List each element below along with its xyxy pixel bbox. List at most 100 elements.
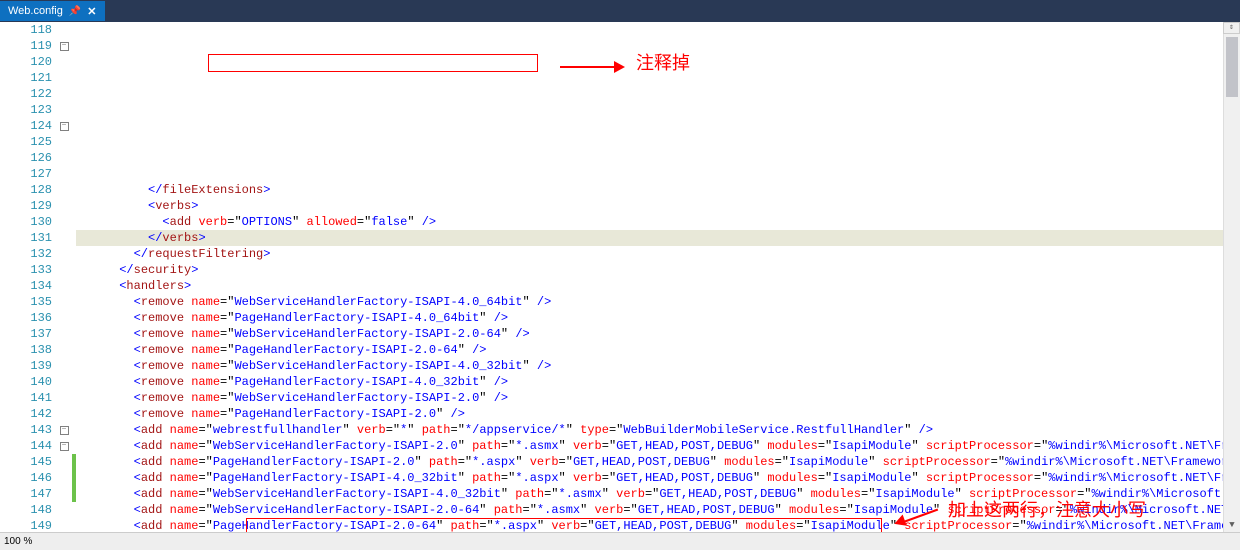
code-line[interactable]: <remove name="PageHandlerFactory-ISAPI-4… — [76, 374, 1240, 390]
line-number: 149 — [0, 518, 52, 534]
line-number: 120 — [0, 54, 52, 70]
code-line[interactable]: </fileExtensions> — [76, 182, 1240, 198]
line-number: 143 — [0, 422, 52, 438]
fold-cell[interactable]: − — [56, 38, 72, 54]
vertical-scrollbar[interactable]: ▲ ▼ — [1223, 22, 1240, 532]
line-number: 148 — [0, 502, 52, 518]
fold-cell — [56, 262, 72, 278]
code-line[interactable]: <remove name="WebServiceHandlerFactory-I… — [76, 326, 1240, 342]
line-number: 142 — [0, 406, 52, 422]
code-line[interactable]: <remove name="WebServiceHandlerFactory-I… — [76, 294, 1240, 310]
fold-cell[interactable]: − — [56, 438, 72, 454]
tab-bar: Web.config 📌 ✕ — [0, 0, 1240, 22]
fold-column: − − − − — [56, 22, 72, 532]
fold-cell[interactable]: − — [56, 422, 72, 438]
annotation-box-1 — [208, 54, 538, 72]
line-number: 136 — [0, 310, 52, 326]
scroll-down-icon[interactable]: ▼ — [1224, 518, 1240, 532]
line-number: 139 — [0, 358, 52, 374]
status-bar: 100 % — [0, 532, 1240, 550]
fold-cell — [56, 54, 72, 70]
code-line[interactable]: <remove name="WebServiceHandlerFactory-I… — [76, 390, 1240, 406]
line-number: 128 — [0, 182, 52, 198]
fold-cell — [56, 342, 72, 358]
fold-cell — [56, 166, 72, 182]
code-line[interactable]: <verbs> — [76, 198, 1240, 214]
fold-toggle-icon[interactable]: − — [60, 122, 69, 131]
fold-cell — [56, 310, 72, 326]
code-line[interactable]: <remove name="PageHandlerFactory-ISAPI-2… — [76, 342, 1240, 358]
fold-cell — [56, 486, 72, 502]
fold-cell — [56, 454, 72, 470]
fold-cell[interactable]: − — [56, 118, 72, 134]
code-line[interactable]: <remove name="PageHandlerFactory-ISAPI-4… — [76, 310, 1240, 326]
line-number: 133 — [0, 262, 52, 278]
line-number: 140 — [0, 374, 52, 390]
line-number: 134 — [0, 278, 52, 294]
fold-cell — [56, 518, 72, 534]
line-number: 129 — [0, 198, 52, 214]
code-line[interactable]: </requestFiltering> — [76, 246, 1240, 262]
code-line[interactable]: <add name="WebServiceHandlerFactory-ISAP… — [76, 438, 1240, 454]
code-line[interactable]: <add name="webrestfullhandler" verb="*" … — [76, 422, 1240, 438]
line-number: 122 — [0, 86, 52, 102]
code-line[interactable]: <add verb="OPTIONS" allowed="false" /> — [76, 214, 1240, 230]
code-line[interactable]: <remove name="PageHandlerFactory-ISAPI-2… — [76, 406, 1240, 422]
tab-title: Web.config — [8, 5, 63, 17]
line-number: 131 — [0, 230, 52, 246]
line-number: 125 — [0, 134, 52, 150]
line-number: 130 — [0, 214, 52, 230]
tab-web-config[interactable]: Web.config 📌 ✕ — [0, 1, 105, 21]
zoom-level[interactable]: 100 % — [4, 536, 32, 547]
editor: 1181191201211221231241251261271281291301… — [0, 22, 1240, 532]
code-line[interactable]: </verbs> — [76, 230, 1240, 246]
line-number: 135 — [0, 294, 52, 310]
code-line[interactable]: <add name="PageHandlerFactory-ISAPI-2.0-… — [76, 518, 1240, 532]
line-number: 132 — [0, 246, 52, 262]
fold-cell — [56, 374, 72, 390]
fold-cell — [56, 198, 72, 214]
fold-cell — [56, 102, 72, 118]
line-number: 124 — [0, 118, 52, 134]
code-line[interactable]: <remove name="WebServiceHandlerFactory-I… — [76, 358, 1240, 374]
line-number: 121 — [0, 70, 52, 86]
code-area[interactable]: 注释掉 加上这两行，注意大小写 </fileExtensions> <verbs… — [76, 22, 1240, 532]
annotation-text-2: 加上这两行，注意大小写 — [948, 502, 1146, 518]
line-number: 118 — [0, 22, 52, 38]
fold-cell — [56, 390, 72, 406]
code-line[interactable]: <add name="PageHandlerFactory-ISAPI-4.0_… — [76, 470, 1240, 486]
scrollbar-thumb[interactable] — [1226, 37, 1238, 97]
fold-cell — [56, 278, 72, 294]
fold-cell — [56, 182, 72, 198]
line-number: 123 — [0, 102, 52, 118]
line-number: 145 — [0, 454, 52, 470]
fold-cell — [56, 86, 72, 102]
fold-cell — [56, 358, 72, 374]
fold-cell — [56, 326, 72, 342]
fold-cell — [56, 230, 72, 246]
code-line[interactable]: </security> — [76, 262, 1240, 278]
line-number: 126 — [0, 150, 52, 166]
fold-cell — [56, 150, 72, 166]
annotation-text-1: 注释掉 — [636, 55, 690, 71]
fold-cell — [56, 22, 72, 38]
code-line[interactable]: <handlers> — [76, 278, 1240, 294]
pin-icon[interactable]: 📌 — [69, 6, 81, 17]
fold-toggle-icon[interactable]: − — [60, 426, 69, 435]
annotation-arrowhead-1 — [614, 61, 625, 73]
fold-cell — [56, 70, 72, 86]
close-icon[interactable]: ✕ — [87, 5, 96, 18]
line-number: 127 — [0, 166, 52, 182]
fold-toggle-icon[interactable]: − — [60, 442, 69, 451]
fold-cell — [56, 294, 72, 310]
fold-cell — [56, 134, 72, 150]
fold-cell — [56, 502, 72, 518]
split-editor-icon[interactable]: ⇕ — [1223, 22, 1240, 34]
code-line[interactable]: <add name="PageHandlerFactory-ISAPI-2.0"… — [76, 454, 1240, 470]
fold-cell — [56, 470, 72, 486]
annotation-arrow-1 — [560, 66, 615, 68]
fold-toggle-icon[interactable]: − — [60, 42, 69, 51]
fold-cell — [56, 406, 72, 422]
line-number: 144 — [0, 438, 52, 454]
line-number: 141 — [0, 390, 52, 406]
